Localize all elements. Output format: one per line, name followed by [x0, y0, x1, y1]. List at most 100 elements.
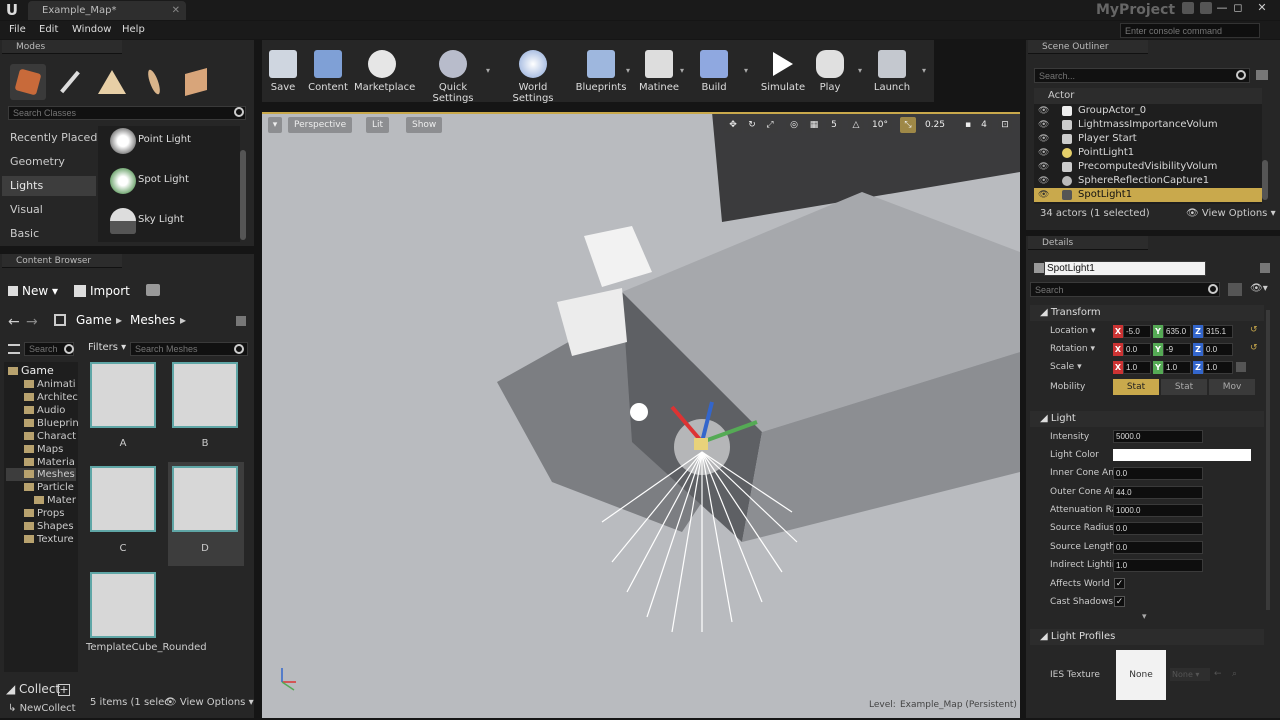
path-meshes[interactable]: Meshes [130, 313, 175, 327]
simulate-button[interactable]: Simulate [760, 44, 806, 98]
outliner-view-options[interactable]: 👁 View Options ▾ [1186, 208, 1276, 219]
visibility-eye-icon[interactable]: 👁 [1038, 160, 1049, 174]
light-section-header[interactable]: ◢ Light [1030, 411, 1264, 427]
outliner-search-input[interactable] [1034, 68, 1250, 83]
details-scrollbar[interactable] [1266, 310, 1270, 610]
maximize-viewport-icon[interactable]: ⊡ [998, 117, 1012, 133]
asset-thumbnail-a[interactable] [90, 362, 156, 428]
maximize-button[interactable]: ◻ [1230, 0, 1246, 16]
visibility-eye-icon[interactable]: 👁 [1038, 174, 1049, 188]
modes-tab[interactable]: Modes [2, 40, 122, 54]
new-collection-item[interactable]: ↳ NewCollect [8, 703, 76, 714]
reset-rotation-icon[interactable]: ↺ [1250, 343, 1258, 353]
translate-tool-icon[interactable]: ✥ [724, 117, 742, 133]
folder-item[interactable]: Charact [24, 430, 76, 443]
filters-button[interactable]: Filters ▾ [88, 342, 126, 353]
scale-tool-icon[interactable]: ⤢ [762, 117, 778, 133]
content-view-options[interactable]: 👁 View Options ▾ [164, 697, 254, 708]
intensity-input[interactable] [1113, 430, 1203, 443]
rotation-x-input[interactable] [1123, 343, 1151, 356]
light-profiles-section-header[interactable]: ◢ Light Profiles [1030, 629, 1264, 645]
quick-settings-dropdown-icon[interactable]: ▾ [486, 66, 490, 75]
mobility-stationary-button[interactable]: Stat [1161, 379, 1207, 395]
camera-speed-value[interactable]: 4 [976, 117, 992, 133]
location-label[interactable]: Location ▾ [1050, 323, 1095, 339]
build-button[interactable]: Build [696, 44, 732, 98]
tree-root-game[interactable]: Game [8, 364, 54, 377]
outliner-column-actor[interactable]: Actor [1034, 88, 1262, 104]
landscape-mode-icon[interactable] [94, 64, 130, 100]
sky-light-item[interactable]: Sky Light [108, 206, 238, 240]
new-button[interactable]: New ▾ [8, 282, 66, 300]
outliner-row[interactable]: 👁 PrecomputedVisibilityVolum [1034, 160, 1262, 174]
visibility-eye-icon[interactable]: 👁 [1038, 188, 1049, 202]
content-button[interactable]: Content [308, 44, 348, 98]
show-button[interactable]: Show [406, 117, 443, 133]
scale-snap-value[interactable]: 0.25 [920, 117, 950, 133]
indirect-lighting-input[interactable] [1113, 559, 1203, 572]
notification-icon[interactable] [1182, 2, 1194, 14]
path-game[interactable]: Game [76, 313, 112, 327]
world-space-icon[interactable]: ◎ [786, 117, 802, 133]
level-tab[interactable]: Example_Map* ✕ [28, 1, 186, 20]
category-basic[interactable]: Basic [10, 226, 39, 242]
rotation-snap-icon[interactable]: △ [848, 117, 864, 133]
quick-settings-button[interactable]: Quick Settings [418, 44, 488, 104]
folder-item[interactable]: Props [24, 507, 64, 520]
ies-texture-thumbnail[interactable]: None [1116, 650, 1166, 700]
save-button[interactable]: Save [266, 44, 300, 98]
lock-icon[interactable] [236, 316, 246, 326]
blueprints-dropdown-icon[interactable]: ▾ [626, 66, 630, 75]
category-recently-placed[interactable]: Recently Placed [10, 130, 97, 146]
use-selected-arrow-icon[interactable]: ← [1214, 669, 1222, 679]
location-y-input[interactable] [1163, 325, 1191, 338]
scale-x-input[interactable] [1123, 361, 1151, 374]
folder-item[interactable]: Blueprin [24, 417, 79, 430]
folder-item[interactable]: Maps [24, 443, 63, 456]
cast-shadows-checkbox[interactable]: ✓ [1114, 596, 1125, 607]
asset-thumbnail-template-cube[interactable] [90, 572, 156, 638]
actor-name-input[interactable] [1044, 261, 1206, 276]
close-icon[interactable]: ✕ [172, 1, 180, 20]
add-collection-icon[interactable]: + [58, 684, 70, 696]
menu-window[interactable]: Window [72, 21, 111, 39]
menu-edit[interactable]: Edit [39, 21, 58, 39]
folder-item[interactable]: Particle [24, 481, 74, 494]
visibility-eye-icon[interactable]: 👁 [1038, 132, 1049, 146]
category-visual[interactable]: Visual [10, 202, 43, 218]
play-button[interactable]: Play [812, 44, 848, 98]
scale-label[interactable]: Scale ▾ [1050, 359, 1082, 375]
path-arrow-icon[interactable]: ▸ [180, 313, 186, 327]
viewport-options-button[interactable]: ▾ [268, 117, 282, 133]
property-matrix-icon[interactable] [1228, 283, 1242, 296]
inner-cone-input[interactable] [1113, 467, 1203, 480]
outer-cone-input[interactable] [1113, 486, 1203, 499]
details-search-input[interactable] [1030, 282, 1220, 297]
asset-thumbnail-c[interactable] [90, 466, 156, 532]
console-command-input[interactable] [1120, 23, 1260, 38]
folder-item[interactable]: Animati [24, 378, 76, 391]
menu-file[interactable]: File [9, 21, 26, 39]
world-settings-button[interactable]: World Settings [498, 44, 568, 104]
scale-y-input[interactable] [1163, 361, 1191, 374]
mobility-movable-button[interactable]: Mov [1209, 379, 1255, 395]
marketplace-button[interactable]: Marketplace [354, 44, 415, 98]
launch-dropdown-icon[interactable]: ▾ [922, 66, 926, 75]
transform-section-header[interactable]: ◢ Transform [1030, 305, 1264, 321]
foliage-mode-icon[interactable] [136, 64, 172, 100]
category-geometry[interactable]: Geometry [10, 154, 65, 170]
modes-scrollbar[interactable] [240, 150, 246, 240]
reset-location-icon[interactable]: ↺ [1250, 325, 1258, 335]
source-radius-input[interactable] [1113, 522, 1203, 535]
visibility-filter-icon[interactable]: 👁▾ [1250, 283, 1268, 296]
matinee-dropdown-icon[interactable]: ▾ [680, 66, 684, 75]
lit-button[interactable]: Lit [366, 117, 390, 133]
lock-icon[interactable] [1260, 263, 1270, 273]
light-color-swatch[interactable] [1113, 449, 1251, 461]
folder-item[interactable]: Texture [24, 533, 74, 546]
play-dropdown-icon[interactable]: ▾ [858, 66, 862, 75]
rotation-snap-value[interactable]: 10° [868, 117, 892, 133]
visibility-eye-icon[interactable]: 👁 [1038, 104, 1049, 118]
build-dropdown-icon[interactable]: ▾ [744, 66, 748, 75]
menu-help[interactable]: Help [122, 21, 145, 39]
